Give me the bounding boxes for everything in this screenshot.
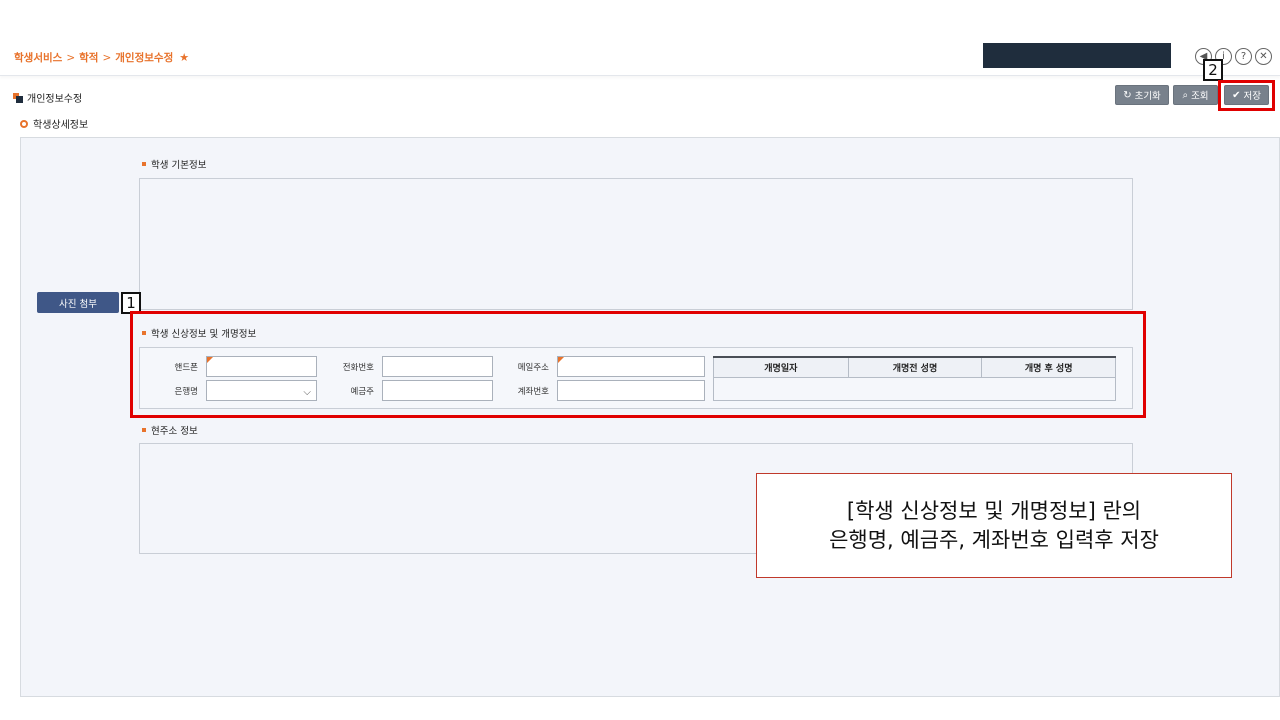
section-subtitle: 학생상세정보 [20, 116, 88, 131]
top-bar: 학생서비스 > 학적 > 개인정보수정 ★ ◀ i ? ✕ [0, 40, 1280, 76]
circle-bullet-icon [20, 119, 28, 128]
breadcrumb: 학생서비스 > 학적 > 개인정보수정 ★ [14, 50, 189, 65]
breadcrumb-item-current: 개인정보수정 [115, 52, 174, 64]
refresh-icon: ↻ [1123, 89, 1132, 101]
page-title-text: 개인정보수정 [27, 94, 83, 105]
breadcrumb-item-service[interactable]: 학생서비스 [14, 52, 62, 64]
basic-info-area [139, 178, 1133, 310]
search-button[interactable]: ⌕ 조회 [1173, 85, 1218, 105]
instruction-note: [학생 신상정보 및 개명정보] 란의 은행명, 예금주, 계좌번호 입력후 저… [756, 473, 1232, 578]
section-title-basic: 학생 기본정보 [142, 157, 206, 171]
annotation-marker-2: 2 [1203, 59, 1223, 81]
page-icon [13, 92, 23, 103]
search-label: 조회 [1191, 91, 1209, 102]
page: 학생서비스 > 학적 > 개인정보수정 ★ ◀ i ? ✕ 2 개인정보수정 학생상세정보… [0, 0, 1280, 720]
section-title-basic-text: 학생 기본정보 [151, 160, 207, 171]
search-icon: ⌕ [1182, 89, 1189, 101]
close-icon[interactable]: ✕ [1255, 48, 1272, 65]
user-info-box [983, 43, 1171, 68]
section-title-address-text: 현주소 정보 [151, 426, 198, 437]
save-highlight-box [1218, 80, 1275, 111]
personal-highlight-box [130, 311, 1146, 418]
breadcrumb-separator: > [66, 52, 76, 64]
help-icon[interactable]: ? [1235, 48, 1252, 65]
reset-label: 초기화 [1134, 91, 1161, 102]
breadcrumb-item-academic[interactable]: 학적 [79, 52, 98, 64]
reset-button[interactable]: ↻ 초기화 [1115, 85, 1169, 105]
page-title: 개인정보수정 [13, 90, 82, 105]
section-title-address: 현주소 정보 [142, 423, 198, 437]
square-bullet-icon [142, 162, 146, 166]
square-bullet-icon [142, 428, 146, 432]
note-line-2: 은행명, 예금주, 계좌번호 입력후 저장 [829, 527, 1159, 552]
note-line-1: [학생 신상정보 및 개명정보] 란의 [846, 498, 1142, 523]
breadcrumb-separator: > [102, 52, 112, 64]
attach-photo-button[interactable]: 사진 첨부 [37, 292, 119, 313]
star-icon[interactable]: ★ [179, 51, 189, 64]
subtitle-text: 학생상세정보 [33, 120, 89, 131]
